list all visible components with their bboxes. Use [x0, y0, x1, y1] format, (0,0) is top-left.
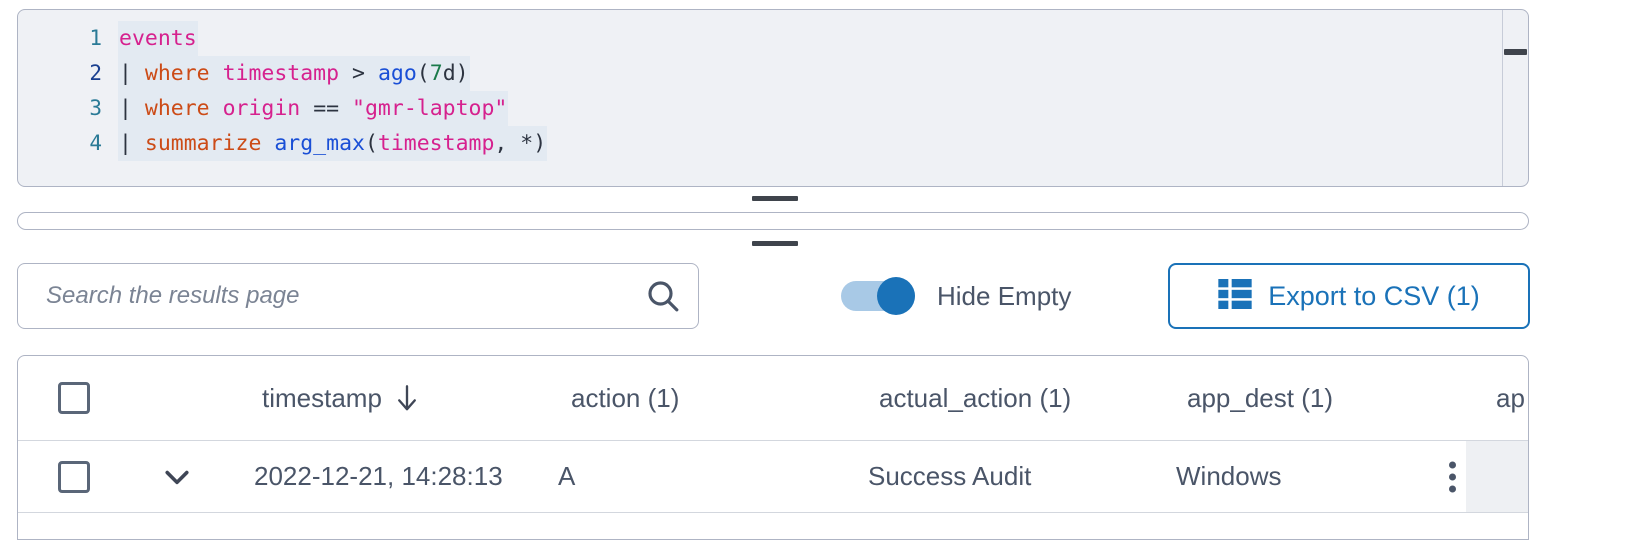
token-punc: ( — [416, 61, 430, 86]
column-header-label: action (1) — [571, 382, 680, 413]
code-line-text: events — [118, 21, 198, 56]
cell-action: A — [558, 461, 576, 491]
select-all-checkbox[interactable] — [58, 356, 90, 440]
token-punc — [210, 96, 223, 121]
chevron-down-icon[interactable] — [161, 461, 193, 493]
results-table: timestamp action (1) actual_action (1) a… — [17, 355, 1529, 540]
column-header-label: actual_action (1) — [879, 382, 1072, 413]
hide-empty-label: Hide Empty — [937, 280, 1072, 311]
arrow-down-icon — [394, 384, 420, 412]
column-header-label: app_dest (1) — [1187, 382, 1333, 413]
export-to-csv-button[interactable]: Export to CSV (1) — [1168, 263, 1530, 329]
toggle-knob — [877, 277, 915, 315]
token-pipe: | — [119, 96, 145, 121]
cell-actual-action: Success Audit — [868, 461, 1032, 491]
checkbox-icon[interactable] — [58, 382, 90, 414]
token-op: * — [520, 131, 534, 156]
search-box[interactable] — [17, 263, 699, 329]
token-pipe: | — [119, 131, 145, 156]
token-fn: arg_max — [274, 131, 365, 156]
token-kw: where — [144, 96, 210, 121]
column-header-actual-action[interactable]: actual_action (1) — [879, 356, 1071, 440]
table-header-row: timestamp action (1) actual_action (1) a… — [18, 356, 1528, 441]
column-header-timestamp[interactable]: timestamp — [262, 356, 420, 440]
search-icon[interactable] — [628, 276, 698, 316]
token-punc — [365, 61, 378, 86]
token-str: "gmr-laptop" — [352, 96, 508, 121]
column-header-label: ap — [1496, 382, 1525, 413]
token-kw: summarize — [144, 131, 262, 156]
editor-resize-handle[interactable] — [752, 196, 798, 201]
row-select-checkbox[interactable] — [58, 441, 90, 512]
token-table: events — [119, 26, 197, 51]
token-punc: , — [494, 131, 521, 156]
code-line-text: | summarize arg_max(timestamp, *) — [118, 126, 548, 161]
kebab-menu-icon[interactable] — [1449, 461, 1456, 492]
row-sticky-shade — [1466, 441, 1528, 512]
results-toolbar: Hide Empty Export to CSV (1) — [0, 263, 1626, 329]
token-punc — [339, 96, 352, 121]
token-num: 7 — [429, 61, 443, 86]
column-header-app-truncated[interactable]: ap — [1496, 356, 1525, 440]
code-line-3[interactable]: 3 | where origin == "gmr-laptop" — [18, 91, 1528, 126]
line-number: 1 — [89, 26, 102, 50]
export-to-csv-label: Export to CSV (1) — [1268, 280, 1480, 311]
hide-empty-control[interactable]: Hide Empty — [841, 273, 1071, 319]
token-col: timestamp — [222, 61, 340, 86]
token-op: > — [352, 61, 365, 86]
token-col: origin — [222, 96, 301, 121]
token-punc: ) — [455, 61, 469, 86]
row-expand-toggle[interactable] — [161, 441, 193, 512]
code-line-text: | where origin == "gmr-laptop" — [118, 91, 509, 126]
table-row[interactable]: 2022-12-21, 14:28:13 A Success Audit Win… — [18, 441, 1528, 513]
editor-code-lines[interactable]: 1 events 2 | where timestamp > ago(7d) 3 | wh… — [18, 21, 1528, 161]
token-pipe: | — [119, 61, 145, 86]
token-unit: d — [442, 61, 456, 86]
query-editor[interactable]: 1 events 2 | where timestamp > ago(7d) 3 | wh… — [17, 9, 1529, 187]
token-punc: ( — [364, 131, 378, 156]
editor-vertical-scrollbar[interactable] — [1502, 10, 1528, 186]
token-col: timestamp — [377, 131, 495, 156]
token-punc: ) — [533, 131, 547, 156]
cell-app-dest: Windows — [1176, 461, 1282, 491]
token-punc — [261, 131, 274, 156]
column-header-label: timestamp — [262, 382, 382, 413]
token-fn: ago — [377, 61, 417, 86]
line-number: 3 — [89, 96, 102, 120]
column-header-app-dest[interactable]: app_dest (1) — [1187, 356, 1333, 440]
line-number: 4 — [89, 131, 102, 155]
code-line-2[interactable]: 2 | where timestamp > ago(7d) — [18, 56, 1528, 91]
editor-scrollbar-thumb[interactable] — [1504, 49, 1527, 55]
table-grid-icon — [1218, 278, 1252, 314]
token-punc — [210, 61, 223, 86]
checkbox-icon[interactable] — [58, 460, 90, 493]
hide-empty-toggle[interactable] — [841, 277, 915, 315]
cell-timestamp: 2022-12-21, 14:28:13 — [254, 461, 503, 491]
token-kw: where — [144, 61, 210, 86]
line-number: 2 — [89, 61, 102, 85]
results-resize-handle[interactable] — [752, 241, 798, 246]
column-header-action[interactable]: action (1) — [571, 356, 679, 440]
code-line-4[interactable]: 4 | summarize arg_max(timestamp, *) — [18, 126, 1528, 161]
code-line-1[interactable]: 1 events — [18, 21, 1528, 56]
code-line-text: | where timestamp > ago(7d) — [118, 56, 470, 91]
query-results-screen: 1 events 2 | where timestamp > ago(7d) 3 | wh… — [0, 0, 1626, 540]
token-op: == — [313, 96, 340, 121]
token-punc — [339, 61, 352, 86]
search-input[interactable] — [44, 281, 628, 311]
collapsed-panel-bar[interactable] — [17, 212, 1529, 230]
token-punc — [300, 96, 313, 121]
